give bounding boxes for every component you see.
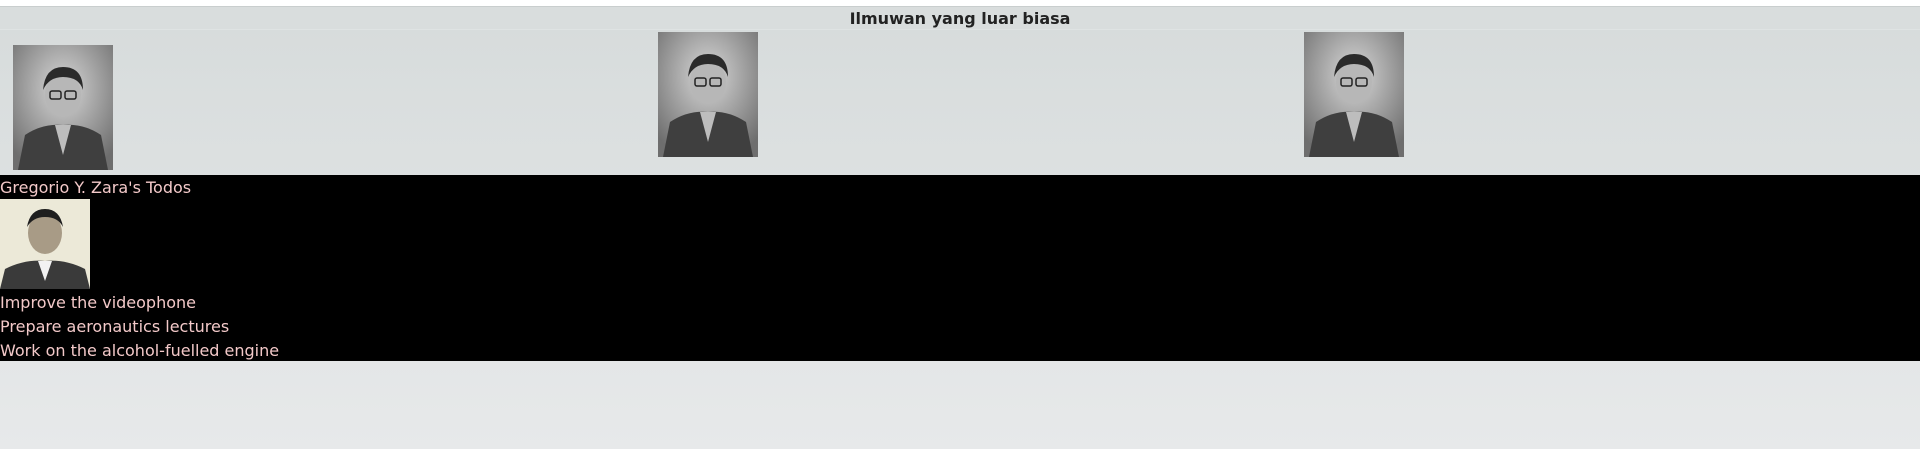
portrait-photo-icon: [0, 199, 90, 289]
scientist-portrait-1: [13, 45, 113, 170]
todo-list: Improve the videophone Prepare aeronauti…: [0, 291, 279, 363]
list-item: Prepare aeronautics lectures: [0, 317, 230, 336]
list-item: Work on the alcohol-fuelled engine: [0, 341, 280, 360]
avatar: [0, 199, 90, 289]
list-item: Improve the videophone: [0, 293, 196, 312]
page-title: Ilmuwan yang luar biasa: [849, 8, 1071, 28]
todo-panel: Gregorio Y. Zara's Todos Improve the vid…: [0, 175, 1920, 361]
portrait-photo-icon: [13, 45, 113, 170]
portrait-photo-icon: [1304, 32, 1404, 157]
title-bar: Ilmuwan yang luar biasa: [0, 6, 1920, 30]
scientist-gallery: [0, 30, 1920, 175]
portrait-photo-icon: [658, 32, 758, 157]
todo-title: Gregorio Y. Zara's Todos: [0, 178, 192, 197]
scientist-portrait-3: [1304, 32, 1404, 157]
scientist-portrait-2: [658, 32, 758, 157]
